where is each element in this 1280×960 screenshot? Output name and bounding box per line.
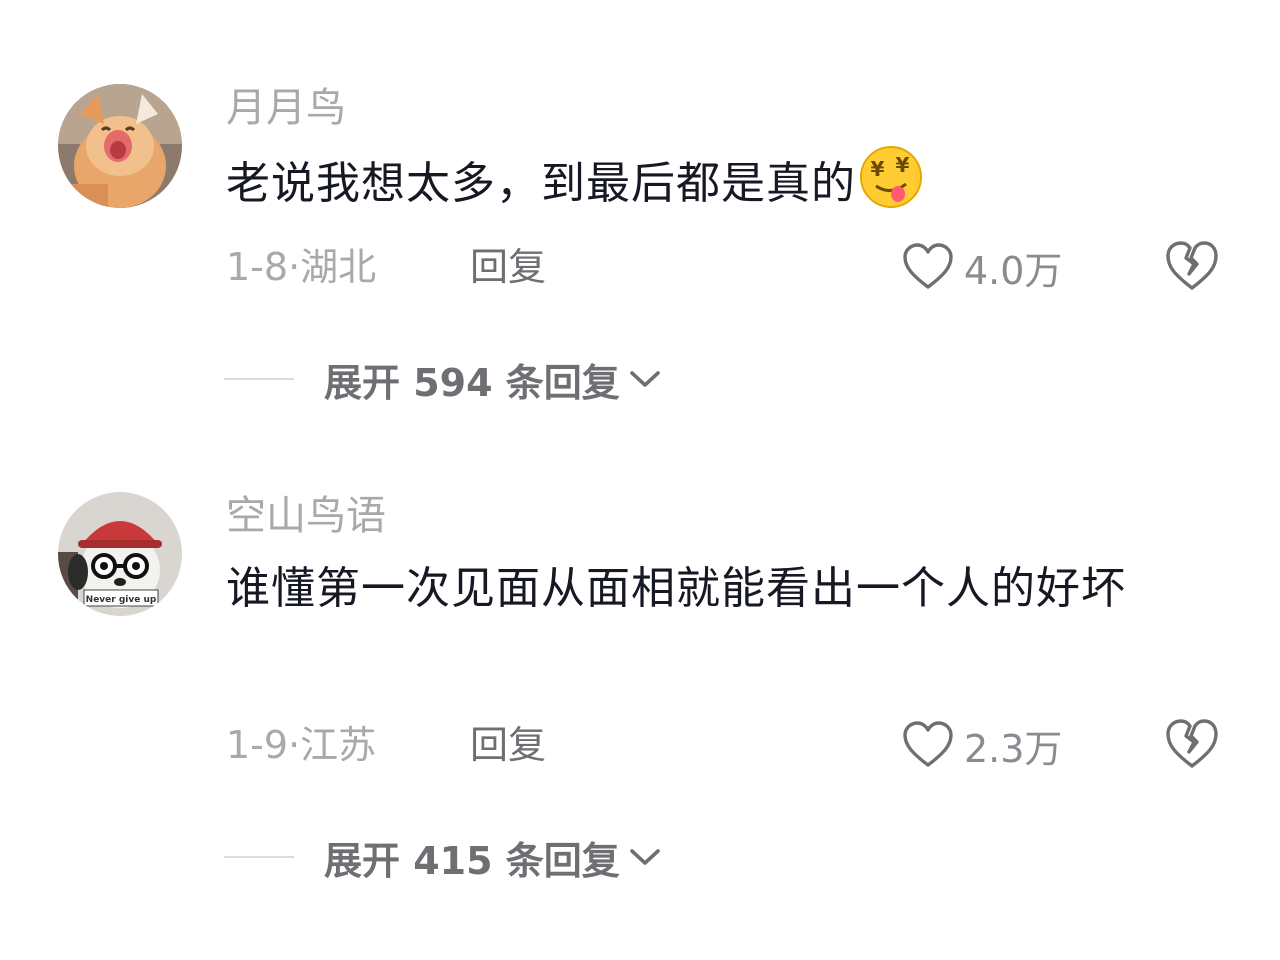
divider (224, 856, 294, 858)
dislike-button[interactable] (1164, 718, 1220, 772)
comment-text: 谁懂第一次见面从面相就能看出一个人的好坏 (226, 563, 1126, 614)
expand-replies-button[interactable]: 展开 415 条回复 (224, 832, 662, 883)
expand-replies-label: 展开 415 条回复 (324, 838, 620, 883)
like-count: 2.3万 (964, 726, 1063, 771)
avatar[interactable]: Never give up (58, 492, 182, 616)
chevron-down-icon (629, 849, 660, 865)
username[interactable]: 空山鸟语 (226, 492, 386, 540)
avatar-badge-text: Never give up (86, 595, 157, 605)
broken-heart-icon (1166, 719, 1218, 768)
like-button[interactable]: 2.3万 (902, 718, 1062, 772)
comment-meta: 1-9·江苏 (226, 723, 377, 767)
reply-button[interactable]: 回复 (470, 720, 546, 770)
heart-icon (903, 721, 953, 767)
comment-item: Never give up 空山鸟语 谁懂第一次见面从面相就能看出一个人的好坏 … (0, 0, 1280, 960)
plush-dog-avatar-icon: Never give up (58, 492, 182, 616)
